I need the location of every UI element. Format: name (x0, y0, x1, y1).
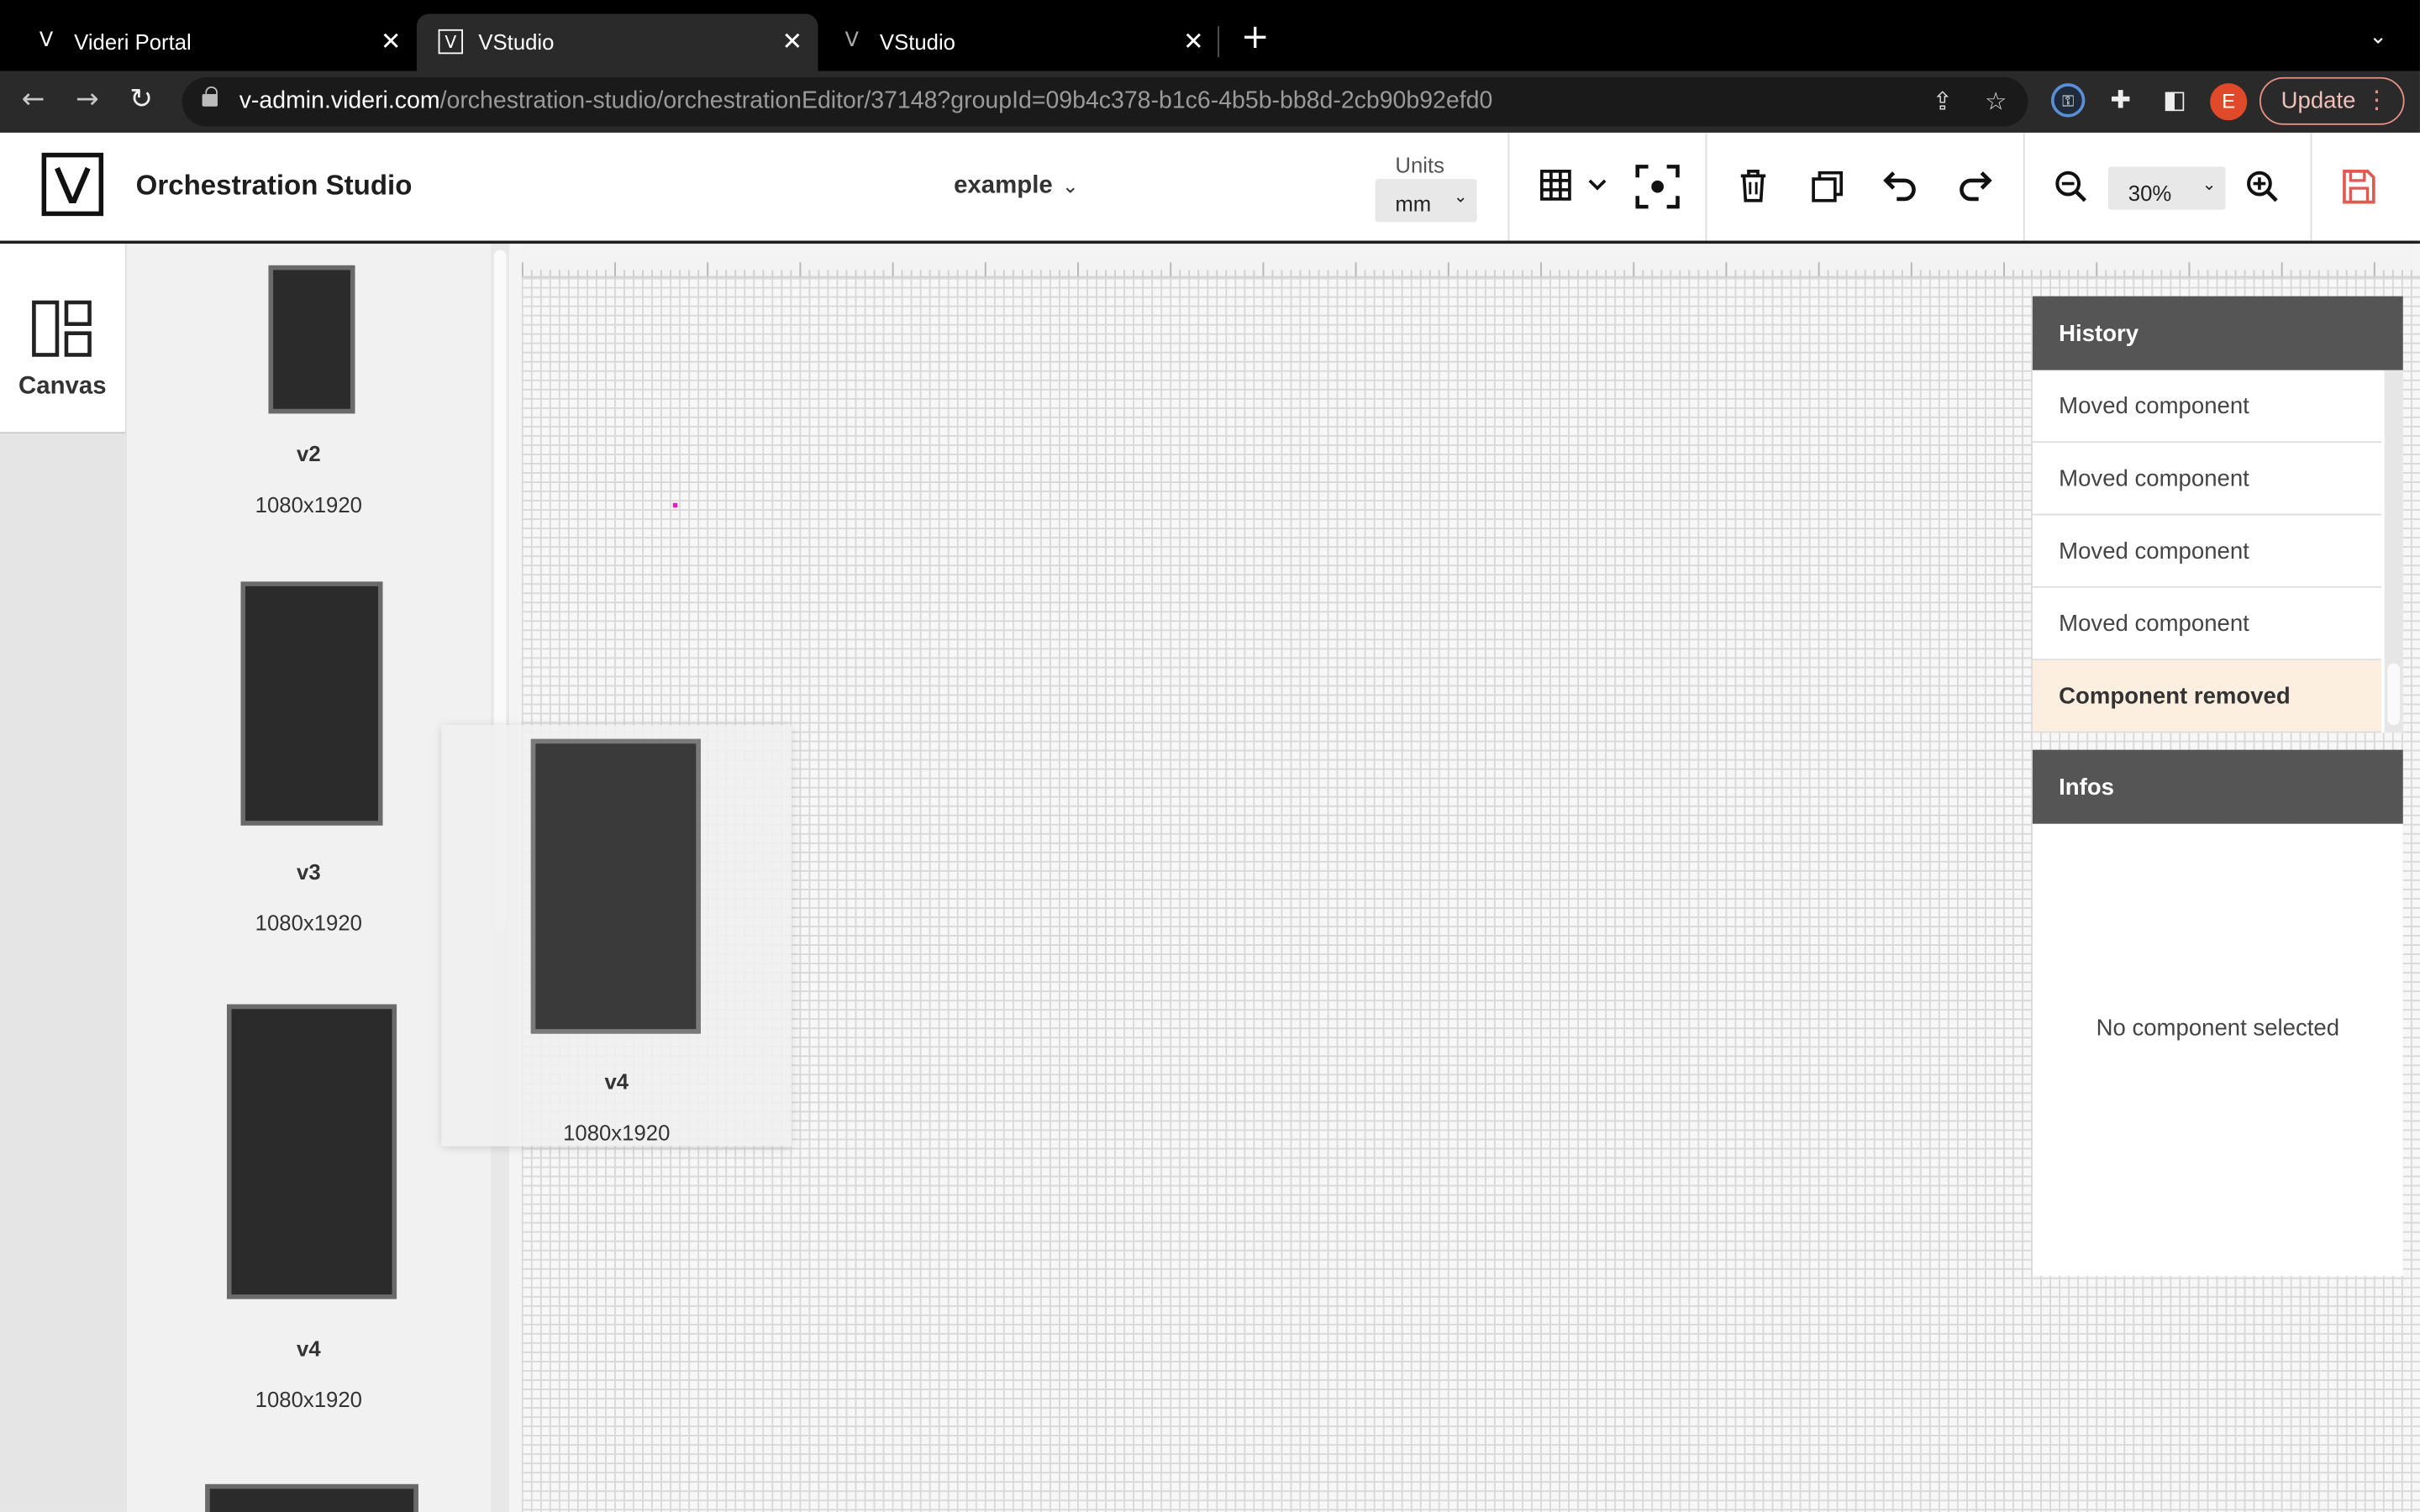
side-panel-icon[interactable]: ◧ (2158, 83, 2191, 117)
tab-title: Videri Portal (74, 29, 192, 55)
horizontal-ruler (521, 244, 2420, 278)
component-name: v2 (297, 441, 321, 466)
delete-button[interactable] (1727, 160, 1779, 213)
history-list: Moved component Moved component Moved co… (2032, 370, 2403, 733)
undo-button[interactable] (1876, 160, 1928, 213)
component-name: v4 (297, 1336, 321, 1361)
component-thumbnail (240, 581, 383, 826)
password-manager-icon[interactable]: ⚿ (2050, 83, 2086, 118)
browser-tab-vstudio-active[interactable]: V VStudio ✕ (416, 13, 818, 71)
close-icon[interactable]: ✕ (381, 26, 402, 55)
back-arrow-icon[interactable]: ← (22, 83, 45, 117)
toolbar-divider (1507, 132, 1510, 241)
canvas-label: Canvas (18, 373, 107, 400)
canvas-origin-marker (672, 502, 678, 508)
browser-toolbar: ← → ↻ v-admin.videri.com/orchestration-s… (0, 71, 2420, 133)
extensions-puzzle-icon[interactable]: ✚ (2103, 83, 2137, 117)
history-item[interactable]: Moved component (2032, 443, 2382, 516)
forward-arrow-icon[interactable]: → (76, 83, 99, 117)
component-resolution: 1080x1920 (255, 491, 362, 517)
duplicate-button[interactable] (1801, 160, 1853, 213)
zoom-select[interactable]: 30% ⌄ (2107, 166, 2226, 210)
history-item[interactable]: Moved component (2032, 515, 2382, 588)
project-dropdown[interactable]: example ⌄ (954, 173, 1079, 201)
history-item[interactable]: Moved component (2032, 587, 2382, 661)
chevron-down-icon[interactable]: ⌄ (2369, 24, 2387, 49)
tab-title: VStudio (478, 29, 555, 55)
close-icon[interactable]: ✕ (781, 26, 802, 55)
focus-center-icon (1635, 165, 1680, 209)
trash-icon (1740, 170, 1766, 202)
browser-tab-bar: V Videri Portal ✕ V VStudio ✕ V VStudio … (0, 0, 2420, 71)
redo-icon (1960, 171, 1992, 202)
zoom-out-icon (2055, 171, 2087, 202)
new-tab-icon[interactable]: + (1241, 21, 1270, 55)
component-name: v3 (297, 859, 321, 885)
update-button[interactable]: Update ⋮ (2259, 76, 2405, 125)
browser-tab-videri-portal[interactable]: V Videri Portal ✕ (13, 14, 417, 71)
toolbar-divider (2310, 132, 2312, 241)
save-icon (2343, 170, 2375, 204)
history-item-current[interactable]: Component removed (2032, 660, 2382, 733)
history-scrollbar[interactable] (2384, 370, 2403, 733)
profile-avatar[interactable]: E (2210, 83, 2248, 121)
left-nav: Canvas (0, 244, 127, 1512)
browser-tab-vstudio[interactable]: V VStudio ✕ (818, 14, 1219, 71)
scrollbar-thumb[interactable] (2387, 663, 2401, 726)
save-button[interactable] (2332, 160, 2384, 213)
vstudio-icon: V (844, 29, 860, 53)
units-label: Units (1395, 152, 1444, 178)
component-list: v2 1080x1920 v3 1080x1920 v4 1080x1920 (126, 244, 492, 1512)
infos-panel-header: Infos (2032, 749, 2403, 824)
close-icon[interactable]: ✕ (1183, 26, 1204, 55)
bookmark-star-icon[interactable]: ☆ (1985, 87, 2007, 116)
component-thumbnail (268, 265, 355, 414)
empty-state-text: No component selected (2096, 1015, 2340, 1042)
tab-separator (1218, 26, 1219, 57)
left-nav-empty-area (0, 432, 125, 1512)
chevron-down-icon: ⌄ (1453, 186, 1468, 207)
reload-icon[interactable]: ↻ (129, 83, 153, 117)
component-thumbnail (226, 1004, 397, 1299)
canvas-layout-icon (32, 300, 92, 357)
component-name: v4 (604, 1068, 629, 1095)
url-text: v-admin.videri.com/orchestration-studio/… (239, 87, 1493, 114)
zoom-in-icon (2247, 171, 2278, 202)
page-title: Orchestration Studio (135, 170, 413, 201)
infos-panel-body: No component selected (2032, 823, 2403, 1276)
tab-title: VStudio (879, 29, 956, 55)
duplicate-icon (1812, 171, 1844, 202)
component-resolution: 1080x1920 (255, 910, 362, 936)
videri-logo[interactable] (41, 152, 104, 217)
toolbar-divider (1705, 132, 1707, 241)
lock-icon (202, 86, 218, 107)
component-resolution: 1080x1920 (255, 1387, 362, 1412)
drag-preview[interactable]: v4 1080x1920 (441, 725, 792, 1147)
history-panel-header: History (2032, 296, 2403, 370)
toolbar-divider (2023, 132, 2025, 241)
grid-icon (1540, 170, 1607, 201)
chevron-down-icon: ⌄ (1061, 176, 1079, 199)
center-focus-button[interactable] (1631, 160, 1683, 213)
history-item[interactable]: Moved component (2032, 370, 2382, 444)
component-resolution: 1080x1920 (563, 1120, 671, 1145)
zoom-in-button[interactable] (2236, 160, 2288, 213)
zoom-out-button[interactable] (2045, 160, 2097, 213)
address-bar[interactable]: v-admin.videri.com/orchestration-studio/… (182, 76, 2028, 127)
units-select[interactable]: mm ⌄ (1375, 179, 1477, 223)
undo-icon (1883, 171, 1916, 202)
grid-toggle-button[interactable] (1531, 160, 1612, 213)
videri-v-icon: V (39, 29, 54, 53)
chevron-down-icon: ⌄ (2202, 174, 2217, 195)
component-thumbnail (530, 738, 701, 1034)
share-icon[interactable]: ⇪ (1933, 87, 1954, 116)
component-thumbnail[interactable] (205, 1483, 418, 1512)
redo-button[interactable] (1948, 160, 2000, 213)
more-vertical-icon: ⋮ (2364, 85, 2390, 114)
vstudio-icon: V (438, 29, 464, 55)
